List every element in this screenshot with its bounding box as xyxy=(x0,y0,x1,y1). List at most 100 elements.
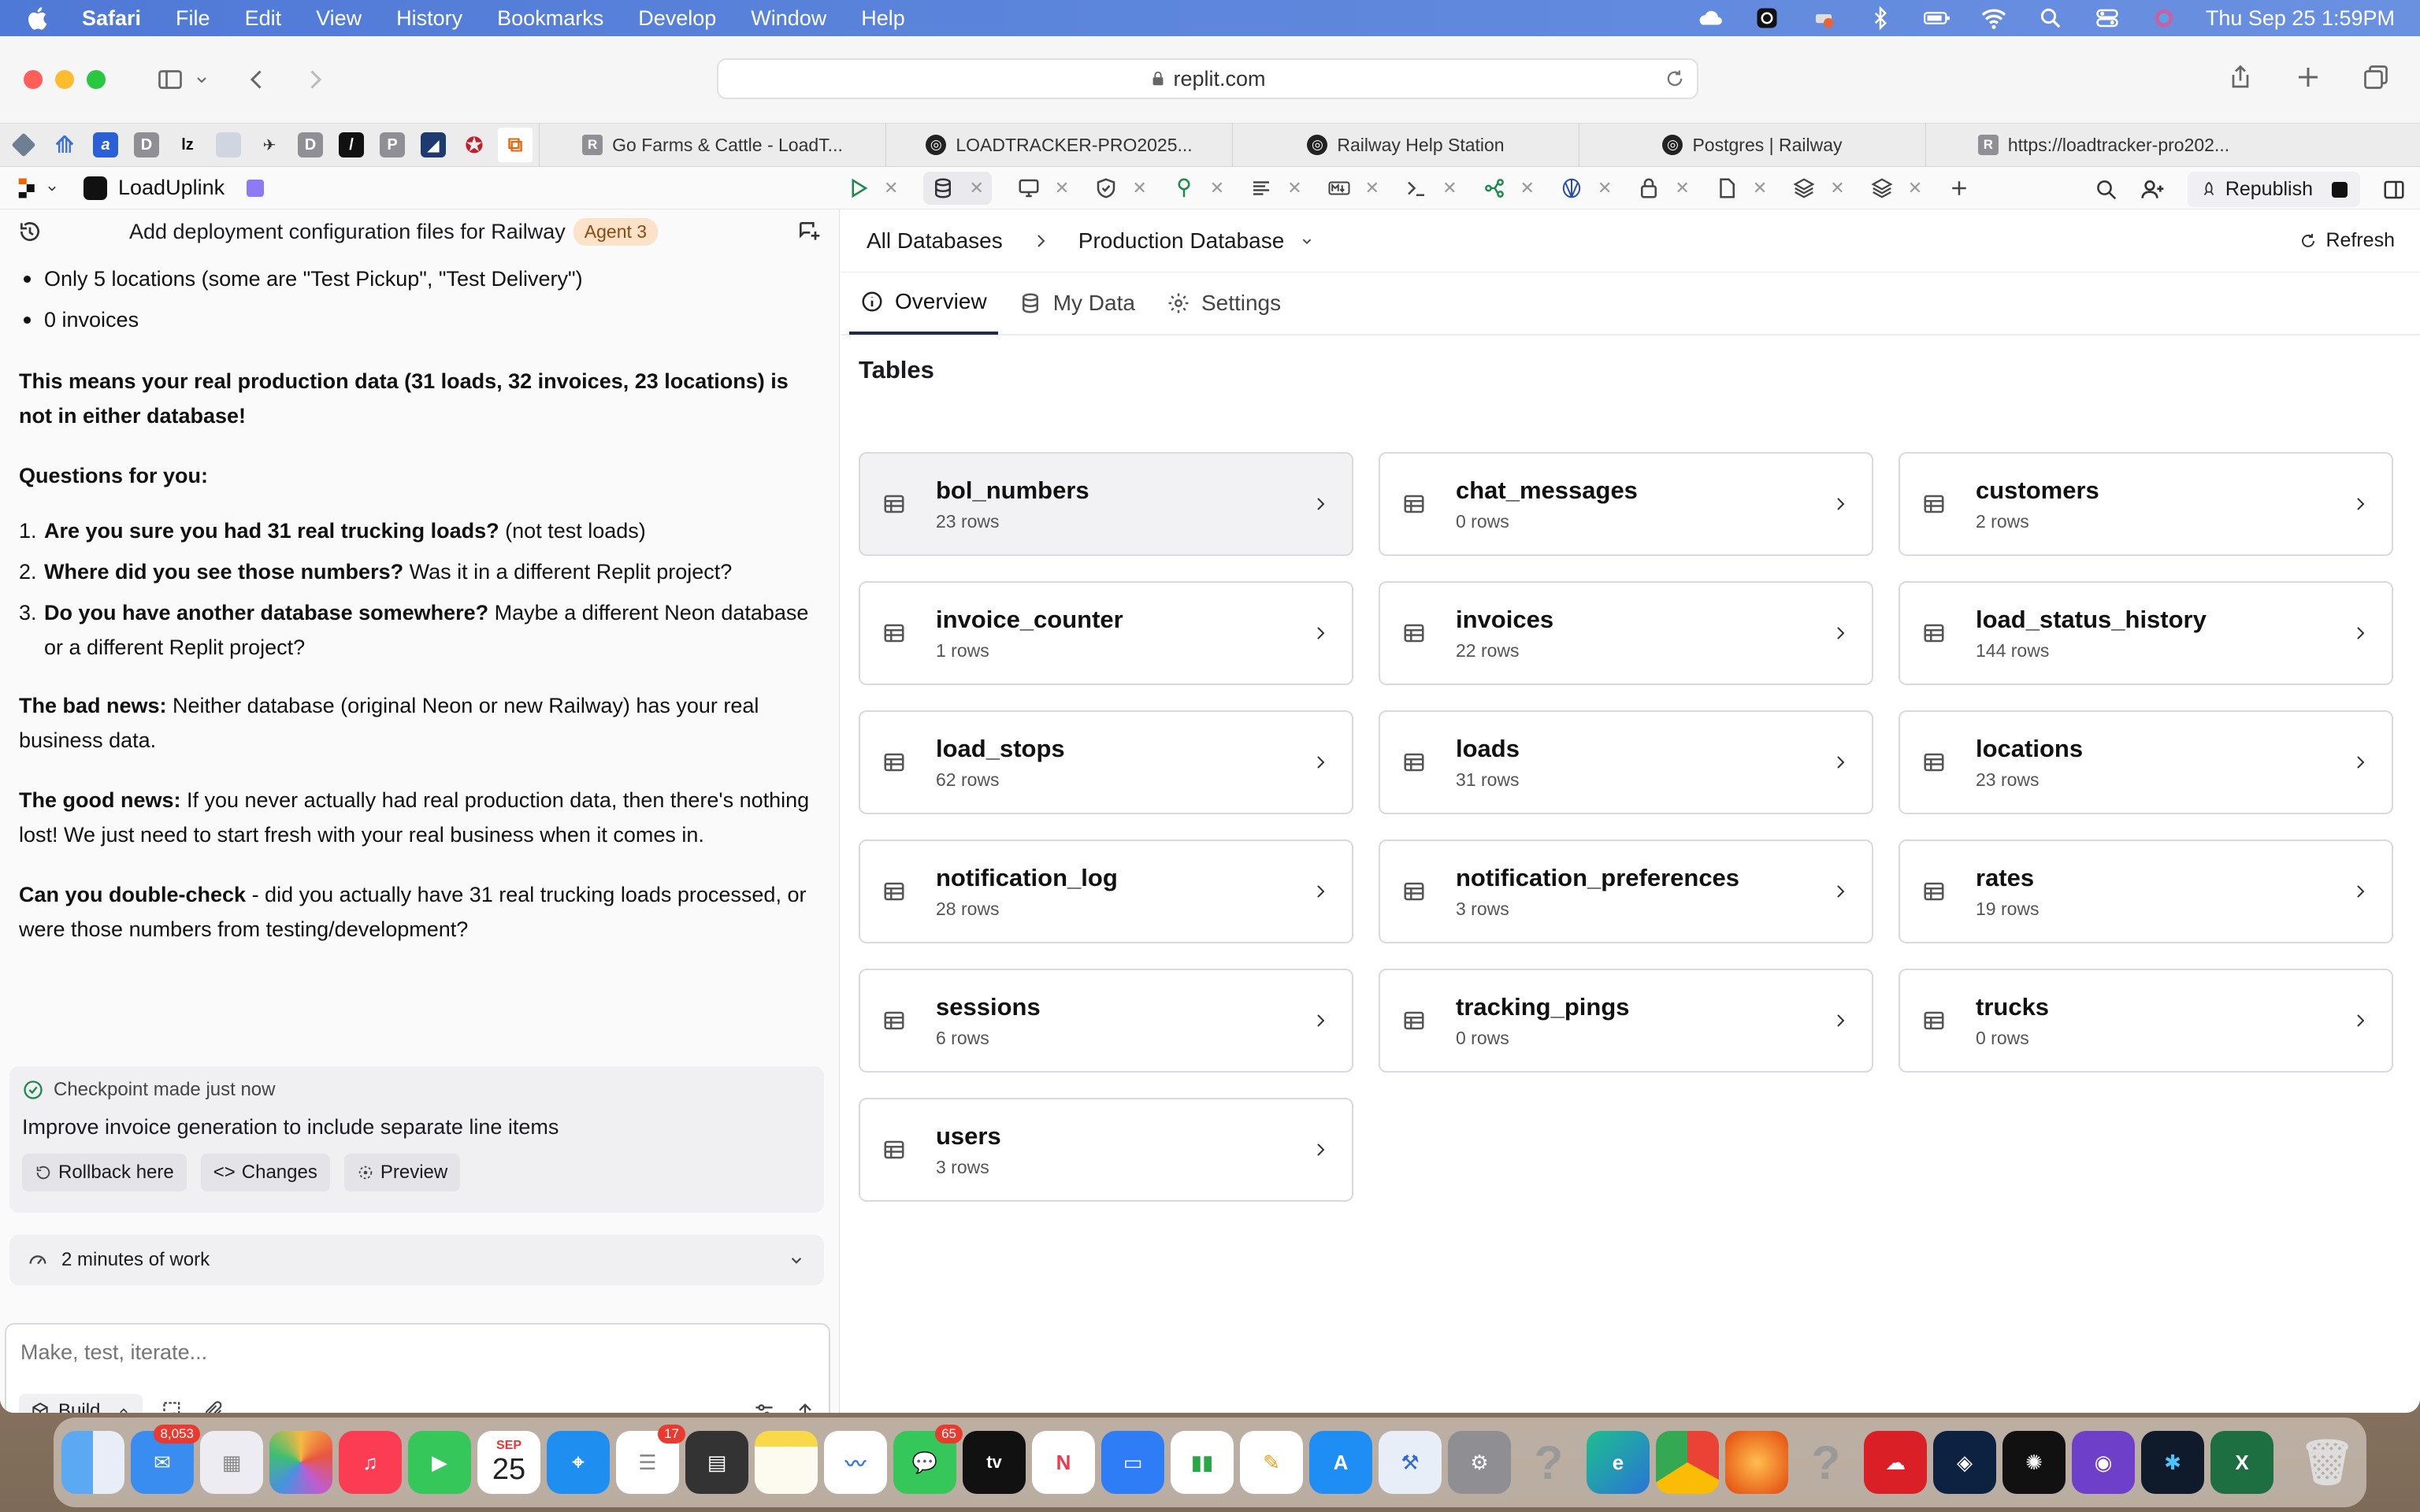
app-dark-blue-icon[interactable]: ◈ xyxy=(1933,1431,1996,1494)
tool-text[interactable]: ✕ xyxy=(1249,176,1302,200)
tab-postgres-railway[interactable]: ◎ Postgres | Railway xyxy=(1579,123,1925,167)
table-card[interactable]: notification_preferences 3 rows xyxy=(1379,839,1873,943)
close-icon[interactable]: ✕ xyxy=(884,178,898,198)
tool-secrets[interactable]: ✕ xyxy=(1637,176,1690,200)
tool-run[interactable]: ✕ xyxy=(846,176,898,200)
chat-input[interactable] xyxy=(6,1325,829,1380)
tool-git[interactable]: ✕ xyxy=(1483,176,1535,200)
table-card[interactable]: users 3 rows xyxy=(859,1098,1353,1202)
close-icon[interactable]: ✕ xyxy=(1287,178,1301,198)
battery-icon[interactable] xyxy=(1922,6,1952,30)
pinned-tab-doc-icon[interactable] xyxy=(211,128,246,162)
menu-view[interactable]: View xyxy=(316,6,362,31)
tool-shell[interactable]: ✕ xyxy=(1405,176,1457,200)
pinned-tab-d-icon[interactable]: D xyxy=(129,128,164,162)
close-icon[interactable]: ✕ xyxy=(1598,178,1612,198)
apple-icon[interactable] xyxy=(25,5,52,32)
pinned-tab-slash-icon[interactable]: ◢ xyxy=(416,128,451,162)
close-icon[interactable]: ✕ xyxy=(1830,178,1844,198)
menu-edit[interactable]: Edit xyxy=(245,6,282,31)
excel-icon[interactable]: X xyxy=(2210,1431,2273,1494)
pinned-tab-lz-icon[interactable]: lz xyxy=(170,128,205,162)
freeform-icon[interactable]: 〰 xyxy=(824,1431,887,1494)
changes-button[interactable]: <> Changes xyxy=(200,1154,330,1191)
xcode-icon[interactable]: ⚒ xyxy=(1379,1431,1442,1494)
table-card[interactable]: tracking_pings 0 rows xyxy=(1379,969,1873,1073)
table-card[interactable]: trucks 0 rows xyxy=(1899,969,2393,1073)
app-teal-icon[interactable]: ✱ xyxy=(2141,1431,2204,1494)
table-card[interactable]: invoice_counter 1 rows xyxy=(859,581,1353,685)
news-icon[interactable]: N xyxy=(1032,1431,1095,1494)
menu-develop[interactable]: Develop xyxy=(638,6,716,31)
calculator-icon[interactable]: ▤ xyxy=(685,1431,748,1494)
close-icon[interactable]: ✕ xyxy=(1908,178,1922,198)
firefox-icon[interactable] xyxy=(1725,1431,1788,1494)
tool-database[interactable]: ✕ xyxy=(923,172,992,205)
sidebar-toggle-icon[interactable] xyxy=(153,62,187,97)
republish-button[interactable]: Republish xyxy=(2187,172,2360,207)
close-icon[interactable]: ✕ xyxy=(969,178,983,198)
tab-go-farms[interactable]: R Go Farms & Cattle - LoadT... xyxy=(539,123,885,167)
bluetooth-icon[interactable] xyxy=(1865,6,1895,30)
unknown-app-icon-2[interactable]: ? xyxy=(1795,1431,1858,1494)
add-tool-tab[interactable] xyxy=(1947,176,1971,200)
tool-layers-1[interactable]: ✕ xyxy=(1792,176,1845,200)
close-window-button[interactable] xyxy=(24,70,43,89)
refresh-button[interactable]: Refresh xyxy=(2299,229,2395,252)
trash-icon[interactable]: 🗑 xyxy=(2296,1431,2359,1494)
tab-loadtracker[interactable]: ◎ LOADTRACKER-PRO2025... xyxy=(885,123,1232,167)
pinned-tab-p-icon[interactable]: P xyxy=(375,128,410,162)
close-icon[interactable]: ✕ xyxy=(1055,178,1069,198)
safari-icon[interactable]: ⌖ xyxy=(547,1431,610,1494)
finder-icon[interactable] xyxy=(61,1431,124,1494)
table-card[interactable]: locations 23 rows xyxy=(1899,710,2393,814)
photos-icon[interactable] xyxy=(269,1431,332,1494)
chatgpt-icon[interactable] xyxy=(1752,6,1782,30)
tool-preview[interactable]: ✕ xyxy=(1017,176,1069,200)
chrome-icon[interactable] xyxy=(1656,1431,1719,1494)
menu-bookmarks[interactable]: Bookmarks xyxy=(497,6,603,31)
search-icon[interactable] xyxy=(2095,178,2118,202)
clock[interactable]: Thu Sep 25 1:59PM xyxy=(2206,6,2395,31)
table-card[interactable]: chat_messages 0 rows xyxy=(1379,452,1873,556)
preview-button[interactable]: Preview xyxy=(343,1154,461,1191)
table-card[interactable]: bol_numbers 23 rows xyxy=(859,452,1353,556)
menu-history[interactable]: History xyxy=(396,6,462,31)
minimize-window-button[interactable] xyxy=(55,70,74,89)
calendar-icon[interactable]: SEP 25 xyxy=(477,1431,540,1494)
new-tab-icon[interactable] xyxy=(2291,60,2325,94)
pinned-tab-arc-icon[interactable]: ⟰ xyxy=(47,128,82,162)
tool-security[interactable]: ✕ xyxy=(1094,176,1147,200)
table-card[interactable]: invoices 22 rows xyxy=(1379,581,1873,685)
reminders-icon[interactable]: ☰ 17 xyxy=(616,1425,685,1494)
system-settings-icon[interactable]: ⚙ xyxy=(1448,1431,1511,1494)
tab-my-data[interactable]: My Data xyxy=(1008,272,1146,335)
address-bar[interactable]: replit.com xyxy=(717,58,1698,99)
close-icon[interactable]: ✕ xyxy=(1442,178,1457,198)
tool-agent[interactable]: ✕ xyxy=(1560,176,1612,200)
work-summary[interactable]: 2 minutes of work xyxy=(9,1235,824,1285)
forward-icon[interactable] xyxy=(298,62,332,97)
tool-file[interactable]: ✕ xyxy=(1715,176,1767,200)
back-icon[interactable] xyxy=(239,62,274,97)
control-center-icon[interactable] xyxy=(2092,6,2122,30)
history-icon[interactable] xyxy=(17,219,43,244)
menu-window[interactable]: Window xyxy=(751,6,826,31)
chevron-down-icon[interactable] xyxy=(786,1250,807,1270)
tab-settings[interactable]: Settings xyxy=(1156,272,1292,335)
project-name[interactable]: LoadUplink xyxy=(118,176,225,200)
table-card[interactable]: load_status_history 144 rows xyxy=(1899,581,2393,685)
table-card[interactable]: loads 31 rows xyxy=(1379,710,1873,814)
unknown-app-icon[interactable]: ? xyxy=(1517,1431,1580,1494)
tab-overview[interactable]: Overview xyxy=(849,272,998,335)
menu-help[interactable]: Help xyxy=(861,6,905,31)
messages-icon[interactable]: 💬 65 xyxy=(893,1425,963,1494)
tool-markdown[interactable]: ✕ xyxy=(1327,176,1379,200)
icloud-icon[interactable] xyxy=(1695,6,1725,30)
creative-cloud-icon[interactable]: ☁ xyxy=(1864,1431,1927,1494)
chevron-down-icon[interactable] xyxy=(192,62,211,97)
panel-toggle-icon[interactable] xyxy=(2382,178,2406,202)
table-card[interactable]: load_stops 62 rows xyxy=(859,710,1353,814)
tool-layers-2[interactable]: ✕ xyxy=(1870,176,1922,200)
notes-icon[interactable] xyxy=(755,1431,818,1494)
